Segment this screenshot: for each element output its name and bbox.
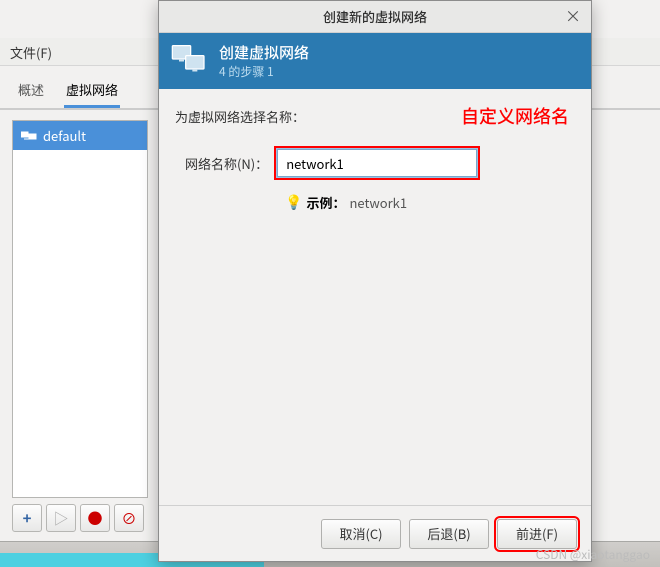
close-icon[interactable]: ×: [565, 7, 583, 25]
file-menu[interactable]: 文件(F): [10, 43, 52, 62]
delete-button[interactable]: ⊘: [114, 504, 144, 532]
dialog-header: 创建虚拟网络 4 的步骤 1: [159, 33, 591, 89]
network-name-label: 网络名称(N)：: [185, 154, 268, 173]
stop-button[interactable]: ●: [80, 504, 110, 532]
forward-button[interactable]: 前进(F): [497, 519, 577, 549]
highlight-box: [274, 146, 480, 180]
back-button[interactable]: 后退(B): [409, 519, 489, 549]
add-button[interactable]: +: [12, 504, 42, 532]
dialog-title: 创建新的虚拟网络: [323, 7, 427, 26]
dialog-titlebar: 创建新的虚拟网络 ×: [159, 1, 591, 33]
list-item-label: default: [43, 126, 86, 145]
dialog-step-label: 4 的步骤 1: [219, 63, 309, 80]
network-name-input[interactable]: [277, 149, 477, 177]
example-row: 💡 示例： network1: [285, 192, 575, 212]
dialog-footer: 取消(C) 后退(B) 前进(F): [159, 505, 591, 561]
example-label: 示例：: [306, 193, 345, 212]
dialog-body: 为虚拟网络选择名称： 自定义网络名 网络名称(N)： 💡 示例： network…: [159, 89, 591, 509]
cancel-button[interactable]: 取消(C): [321, 519, 401, 549]
annotation-text: 自定义网络名: [461, 103, 569, 129]
dialog-header-title: 创建虚拟网络: [219, 42, 309, 63]
list-item[interactable]: default: [13, 121, 147, 150]
computers-icon: [169, 39, 209, 83]
example-value: network1: [349, 193, 407, 212]
tab-overview[interactable]: 概述: [16, 74, 46, 108]
lightbulb-icon: 💡: [285, 192, 302, 212]
network-list: default: [12, 120, 148, 498]
play-button[interactable]: ▷: [46, 504, 76, 532]
create-network-dialog: 创建新的虚拟网络 × 创建虚拟网络 4 的步骤 1 为虚拟网络选择名称： 自定义…: [158, 0, 592, 562]
network-icon: [21, 130, 37, 142]
tab-virtual-network[interactable]: 虚拟网络: [64, 74, 120, 108]
